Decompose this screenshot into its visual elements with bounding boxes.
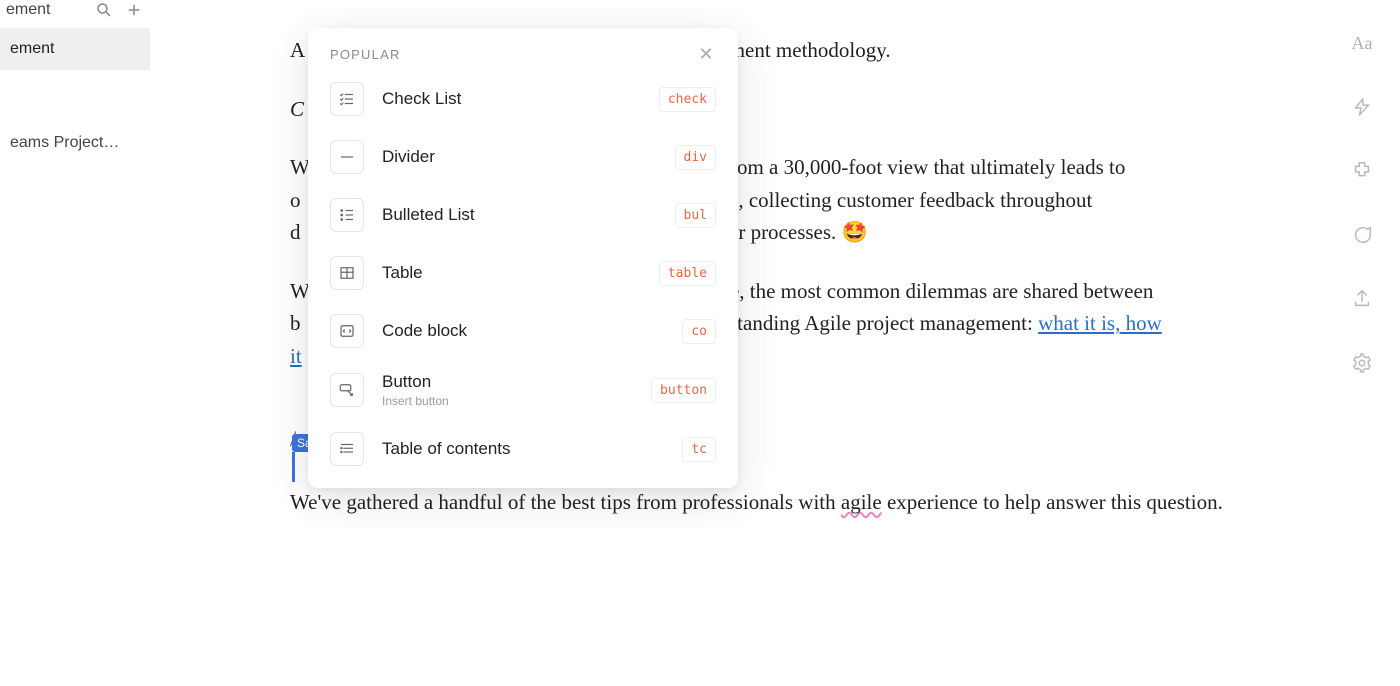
slash-item-sublabel: Insert button (382, 394, 633, 408)
settings-icon[interactable] (1349, 350, 1375, 376)
text: W (290, 279, 309, 303)
slash-item-label: Code block (382, 321, 664, 341)
slash-item-label: Table of contents (382, 439, 664, 459)
slash-item-shortcut: check (659, 87, 716, 112)
slash-item-divider[interactable]: Divider div (308, 128, 738, 186)
slash-item-label: Divider (382, 147, 657, 167)
text: standing Agile project management: (729, 311, 1038, 335)
slash-item-shortcut: bul (675, 203, 716, 228)
sidebar-item-active[interactable]: ement (0, 28, 150, 70)
checklist-icon (330, 82, 364, 116)
spellcheck-word[interactable]: agile (841, 490, 882, 514)
slash-item-label: Check List (382, 89, 641, 109)
sidebar-item-label: ement (10, 40, 54, 57)
lightning-icon[interactable] (1349, 94, 1375, 120)
text-style-glyph: Aa (1352, 33, 1373, 54)
text: o (290, 188, 301, 212)
slash-command-popover: POPULAR ✕ Check List check Divider div B… (308, 28, 738, 488)
sidebar-item-label: eams Project… (10, 134, 119, 151)
text-cursor-indicator (292, 452, 295, 482)
slash-item-toc[interactable]: Table of contents tc (308, 420, 738, 478)
sidebar-item-project[interactable]: eams Project… (0, 122, 150, 164)
slash-item-codeblock[interactable]: Code block co (308, 302, 738, 360)
text: We've gathered a handful of the best tip… (290, 490, 841, 514)
text: e, collecting customer feedback througho… (729, 188, 1092, 212)
paragraph[interactable]: We've gathered a handful of the best tip… (290, 486, 1250, 519)
text: experience to help answer this question. (882, 490, 1223, 514)
text: e, the most common dilemmas are shared b… (730, 279, 1153, 303)
table-icon (330, 256, 364, 290)
text: W (290, 155, 309, 179)
slash-item-shortcut: table (659, 261, 716, 286)
text: b (290, 311, 301, 335)
agile-link[interactable]: what it is, how (1038, 311, 1162, 335)
agile-link-cont[interactable]: it (290, 344, 302, 368)
add-icon[interactable] (124, 0, 144, 20)
left-sidebar: ement ement eams Project… (0, 0, 150, 686)
text: A (290, 38, 304, 62)
sidebar-title-fragment: ement (6, 1, 84, 19)
slash-item-button[interactable]: Button Insert button button (308, 360, 738, 420)
text: C (290, 97, 304, 121)
text-style-button[interactable]: Aa (1349, 30, 1375, 56)
slash-item-shortcut: div (675, 145, 716, 170)
code-icon (330, 314, 364, 348)
slash-item-shortcut: tc (682, 437, 716, 462)
bullets-icon (330, 198, 364, 232)
text: nent methodology. (735, 38, 891, 62)
text: d (290, 220, 301, 244)
slash-item-shortcut: co (682, 319, 716, 344)
text: er processes. 🤩 (729, 220, 868, 244)
share-icon[interactable] (1349, 286, 1375, 312)
divider-icon (330, 140, 364, 174)
slash-item-label: Button (382, 372, 633, 392)
slash-item-bulleted[interactable]: Bulleted List bul (308, 186, 738, 244)
slash-item-label: Table (382, 263, 641, 283)
extension-icon[interactable] (1349, 158, 1375, 184)
comment-icon[interactable] (1349, 222, 1375, 248)
popover-section-label: POPULAR (330, 47, 696, 62)
right-tool-rail: Aa (1342, 30, 1382, 376)
button-icon (330, 373, 364, 407)
toc-icon (330, 432, 364, 466)
search-icon[interactable] (94, 0, 114, 20)
slash-item-shortcut: button (651, 378, 716, 403)
text: rom a 30,000-foot view that ultimately l… (730, 155, 1125, 179)
slash-item-table[interactable]: Table table (308, 244, 738, 302)
close-icon[interactable]: ✕ (696, 44, 716, 64)
slash-item-checklist[interactable]: Check List check (308, 70, 738, 128)
slash-item-label: Bulleted List (382, 205, 657, 225)
